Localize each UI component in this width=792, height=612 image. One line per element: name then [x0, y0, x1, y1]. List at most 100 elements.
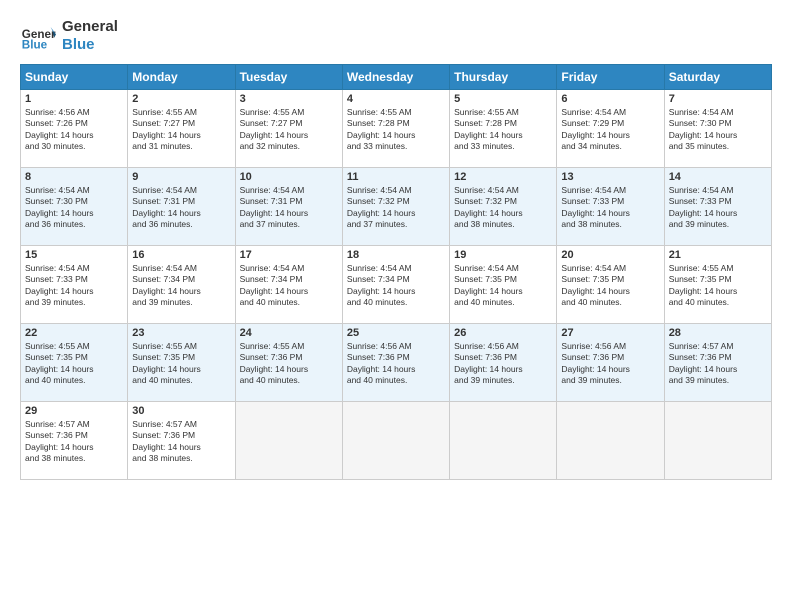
- calendar-cell: [342, 402, 449, 480]
- calendar-cell: [664, 402, 771, 480]
- calendar-cell: 2 Sunrise: 4:55 AM Sunset: 7:27 PM Daylig…: [128, 90, 235, 168]
- day-number: 23: [132, 327, 230, 339]
- day-number: 11: [347, 171, 445, 183]
- day-number: 27: [561, 327, 659, 339]
- weekday-header-tuesday: Tuesday: [235, 65, 342, 90]
- day-number: 5: [454, 93, 552, 105]
- calendar-cell: 25Sunrise: 4:56 AM Sunset: 7:36 PM Dayli…: [342, 324, 449, 402]
- calendar-week-1: 1 Sunrise: 4:56 AM Sunset: 7:26 PM Daylig…: [21, 90, 772, 168]
- calendar-cell: 3 Sunrise: 4:55 AM Sunset: 7:27 PM Daylig…: [235, 90, 342, 168]
- calendar-cell: 9 Sunrise: 4:54 AM Sunset: 7:31 PM Daylig…: [128, 168, 235, 246]
- cell-text: Sunrise: 4:54 AM Sunset: 7:32 PM Dayligh…: [454, 185, 552, 231]
- calendar-cell: 24 Sunrise: 4:55 AM Sunset: 7:36 PM Dayli…: [235, 324, 342, 402]
- calendar-cell: [235, 402, 342, 480]
- day-number: 7: [669, 93, 767, 105]
- calendar-week-2: 8 Sunrise: 4:54 AM Sunset: 7:30 PM Daylig…: [21, 168, 772, 246]
- calendar-cell: 4 Sunrise: 4:55 AM Sunset: 7:28 PM Daylig…: [342, 90, 449, 168]
- calendar-cell: 14 Sunrise: 4:54 AM Sunset: 7:33 PM Dayli…: [664, 168, 771, 246]
- page: General Blue General Blue SundayMondayTu…: [0, 0, 792, 612]
- cell-text: Sunrise: 4:54 AM Sunset: 7:33 PM Dayligh…: [669, 185, 767, 231]
- calendar-cell: 6 Sunrise: 4:54 AM Sunset: 7:29 PM Daylig…: [557, 90, 664, 168]
- cell-text: Sunrise: 4:54 AM Sunset: 7:30 PM Dayligh…: [669, 107, 767, 153]
- calendar-week-4: 22 Sunrise: 4:55 AM Sunset: 7:35 PM Dayli…: [21, 324, 772, 402]
- day-number: 28: [669, 327, 767, 339]
- cell-text: Sunrise: 4:54 AM Sunset: 7:33 PM Dayligh…: [561, 185, 659, 231]
- day-number: 17: [240, 249, 338, 261]
- calendar-cell: 1 Sunrise: 4:56 AM Sunset: 7:26 PM Daylig…: [21, 90, 128, 168]
- day-number: 20: [561, 249, 659, 261]
- calendar-week-5: 29Sunrise: 4:57 AM Sunset: 7:36 PM Dayli…: [21, 402, 772, 480]
- day-number: 13: [561, 171, 659, 183]
- calendar-cell: 13 Sunrise: 4:54 AM Sunset: 7:33 PM Dayli…: [557, 168, 664, 246]
- cell-text: Sunrise: 4:56 AM Sunset: 7:26 PM Dayligh…: [25, 107, 123, 153]
- svg-text:Blue: Blue: [22, 39, 48, 52]
- cell-text: Sunrise: 4:54 AM Sunset: 7:34 PM Dayligh…: [347, 263, 445, 309]
- day-number: 10: [240, 171, 338, 183]
- day-number: 22: [25, 327, 123, 339]
- day-number: 12: [454, 171, 552, 183]
- calendar-cell: 30Sunrise: 4:57 AM Sunset: 7:36 PM Dayli…: [128, 402, 235, 480]
- logo-text: General Blue: [62, 18, 118, 54]
- cell-text: Sunrise: 4:55 AM Sunset: 7:27 PM Dayligh…: [132, 107, 230, 153]
- calendar-cell: 20 Sunrise: 4:54 AM Sunset: 7:35 PM Dayli…: [557, 246, 664, 324]
- cell-text: Sunrise: 4:55 AM Sunset: 7:27 PM Dayligh…: [240, 107, 338, 153]
- header: General Blue General Blue: [20, 18, 772, 54]
- weekday-header-saturday: Saturday: [664, 65, 771, 90]
- cell-text: Sunrise: 4:54 AM Sunset: 7:34 PM Dayligh…: [132, 263, 230, 309]
- day-number: 2: [132, 93, 230, 105]
- cell-text: Sunrise: 4:54 AM Sunset: 7:35 PM Dayligh…: [561, 263, 659, 309]
- day-number: 18: [347, 249, 445, 261]
- day-number: 19: [454, 249, 552, 261]
- cell-text: Sunrise: 4:55 AM Sunset: 7:35 PM Dayligh…: [132, 341, 230, 387]
- calendar-cell: 12 Sunrise: 4:54 AM Sunset: 7:32 PM Dayli…: [450, 168, 557, 246]
- day-number: 14: [669, 171, 767, 183]
- calendar-cell: 15 Sunrise: 4:54 AM Sunset: 7:33 PM Dayli…: [21, 246, 128, 324]
- day-number: 8: [25, 171, 123, 183]
- calendar-cell: [450, 402, 557, 480]
- day-number: 9: [132, 171, 230, 183]
- day-number: 4: [347, 93, 445, 105]
- cell-text: Sunrise: 4:54 AM Sunset: 7:34 PM Dayligh…: [240, 263, 338, 309]
- calendar-table: SundayMondayTuesdayWednesdayThursdayFrid…: [20, 64, 772, 480]
- cell-text: Sunrise: 4:54 AM Sunset: 7:33 PM Dayligh…: [25, 263, 123, 309]
- calendar-cell: 10 Sunrise: 4:54 AM Sunset: 7:31 PM Dayli…: [235, 168, 342, 246]
- day-number: 1: [25, 93, 123, 105]
- cell-text: Sunrise: 4:55 AM Sunset: 7:36 PM Dayligh…: [240, 341, 338, 387]
- calendar-cell: 16Sunrise: 4:54 AM Sunset: 7:34 PM Dayli…: [128, 246, 235, 324]
- calendar-cell: 22Sunrise: 4:55 AM Sunset: 7:35 PM Dayli…: [21, 324, 128, 402]
- calendar-cell: 11 Sunrise: 4:54 AM Sunset: 7:32 PM Dayli…: [342, 168, 449, 246]
- calendar-cell: 5 Sunrise: 4:55 AM Sunset: 7:28 PM Daylig…: [450, 90, 557, 168]
- day-number: 24: [240, 327, 338, 339]
- calendar-cell: [557, 402, 664, 480]
- calendar-cell: 28Sunrise: 4:57 AM Sunset: 7:36 PM Dayli…: [664, 324, 771, 402]
- calendar-cell: 27 Sunrise: 4:56 AM Sunset: 7:36 PM Dayli…: [557, 324, 664, 402]
- calendar-cell: 8 Sunrise: 4:54 AM Sunset: 7:30 PM Daylig…: [21, 168, 128, 246]
- cell-text: Sunrise: 4:56 AM Sunset: 7:36 PM Dayligh…: [347, 341, 445, 387]
- calendar-cell: 21Sunrise: 4:55 AM Sunset: 7:35 PM Dayli…: [664, 246, 771, 324]
- cell-text: Sunrise: 4:55 AM Sunset: 7:28 PM Dayligh…: [454, 107, 552, 153]
- calendar-cell: 18 Sunrise: 4:54 AM Sunset: 7:34 PM Dayli…: [342, 246, 449, 324]
- cell-text: Sunrise: 4:57 AM Sunset: 7:36 PM Dayligh…: [25, 419, 123, 465]
- cell-text: Sunrise: 4:54 AM Sunset: 7:31 PM Dayligh…: [240, 185, 338, 231]
- day-number: 15: [25, 249, 123, 261]
- calendar-cell: 17 Sunrise: 4:54 AM Sunset: 7:34 PM Dayli…: [235, 246, 342, 324]
- calendar-week-3: 15 Sunrise: 4:54 AM Sunset: 7:33 PM Dayli…: [21, 246, 772, 324]
- weekday-header-monday: Monday: [128, 65, 235, 90]
- cell-text: Sunrise: 4:55 AM Sunset: 7:28 PM Dayligh…: [347, 107, 445, 153]
- cell-text: Sunrise: 4:54 AM Sunset: 7:35 PM Dayligh…: [454, 263, 552, 309]
- day-number: 3: [240, 93, 338, 105]
- calendar-cell: 23 Sunrise: 4:55 AM Sunset: 7:35 PM Dayli…: [128, 324, 235, 402]
- logo: General Blue General Blue: [20, 18, 118, 54]
- weekday-header-friday: Friday: [557, 65, 664, 90]
- cell-text: Sunrise: 4:54 AM Sunset: 7:32 PM Dayligh…: [347, 185, 445, 231]
- day-number: 6: [561, 93, 659, 105]
- cell-text: Sunrise: 4:56 AM Sunset: 7:36 PM Dayligh…: [454, 341, 552, 387]
- cell-text: Sunrise: 4:54 AM Sunset: 7:29 PM Dayligh…: [561, 107, 659, 153]
- cell-text: Sunrise: 4:54 AM Sunset: 7:30 PM Dayligh…: [25, 185, 123, 231]
- calendar-cell: 7 Sunrise: 4:54 AM Sunset: 7:30 PM Daylig…: [664, 90, 771, 168]
- cell-text: Sunrise: 4:56 AM Sunset: 7:36 PM Dayligh…: [561, 341, 659, 387]
- weekday-header-row: SundayMondayTuesdayWednesdayThursdayFrid…: [21, 65, 772, 90]
- day-number: 21: [669, 249, 767, 261]
- calendar-cell: 26Sunrise: 4:56 AM Sunset: 7:36 PM Dayli…: [450, 324, 557, 402]
- cell-text: Sunrise: 4:54 AM Sunset: 7:31 PM Dayligh…: [132, 185, 230, 231]
